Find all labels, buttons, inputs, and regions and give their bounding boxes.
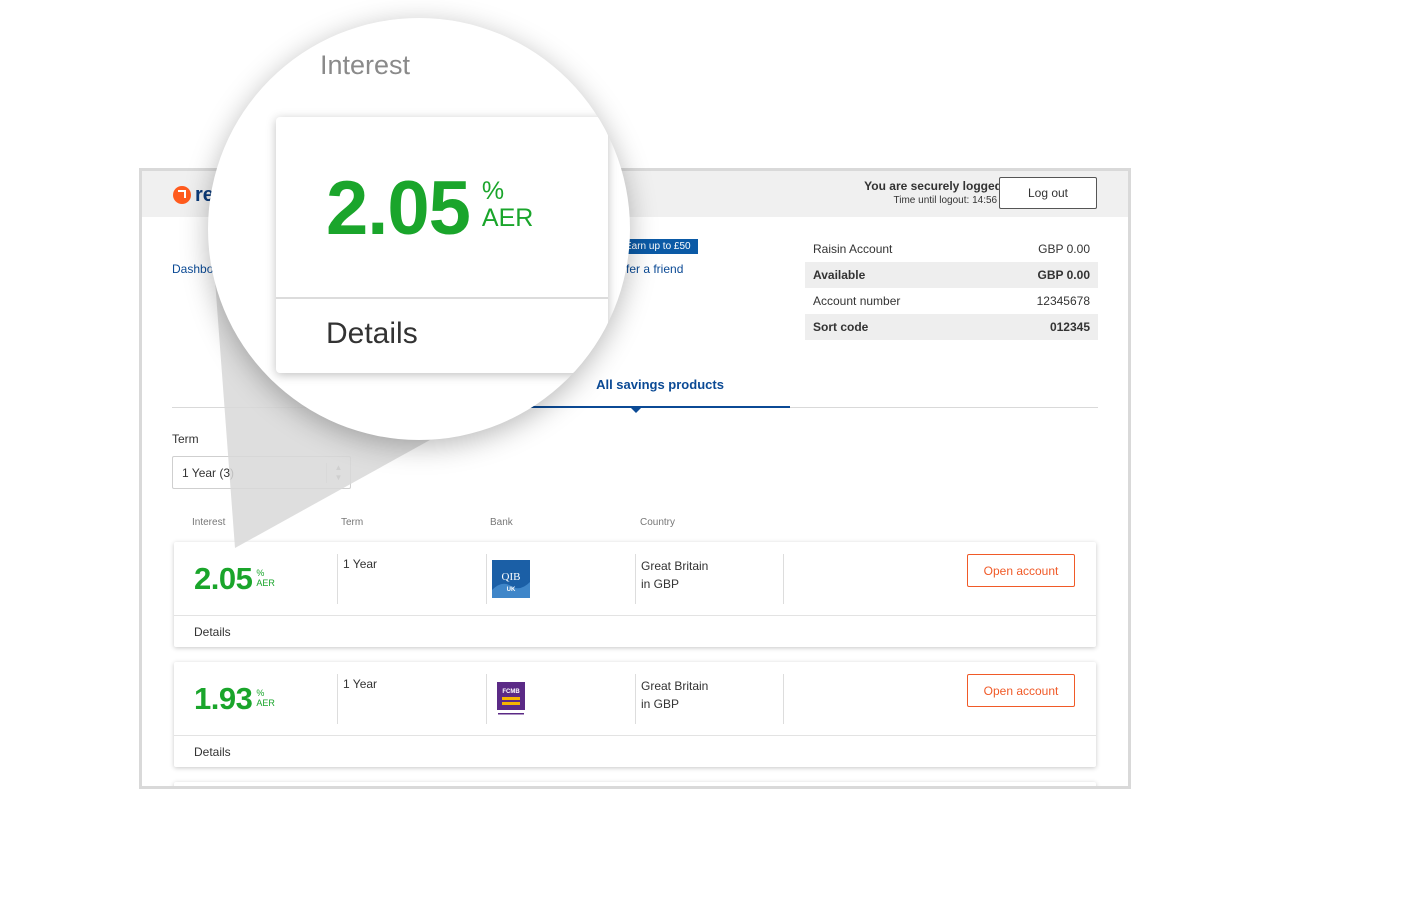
details-toggle[interactable]: Details	[194, 745, 231, 759]
aer-label: AER	[256, 578, 275, 588]
card-divider	[174, 735, 1096, 736]
product-country: Great Britain in GBP	[641, 557, 708, 593]
aer-label: AER	[256, 698, 275, 708]
account-row-value: 12345678	[1036, 294, 1090, 308]
column-separator	[337, 674, 338, 724]
country-currency: in GBP	[641, 697, 680, 711]
column-separator	[783, 674, 784, 724]
country-currency: in GBP	[641, 577, 680, 591]
interest-rate-unit: % AER	[256, 568, 275, 588]
magnified-details: Details	[326, 317, 418, 350]
interest-rate: 2.05 % AER	[194, 562, 275, 596]
column-header-country: Country	[640, 517, 676, 528]
interest-rate-unit: % AER	[256, 688, 275, 708]
raisin-logo[interactable]: re	[173, 185, 214, 205]
magnified-rate-value: 2.05	[326, 166, 471, 251]
column-separator	[486, 674, 487, 724]
card-divider	[174, 615, 1096, 616]
account-row-available: Available GBP 0.00	[805, 262, 1098, 288]
product-card: 1.93 % AER 1 Year FCMB Great Britain in …	[174, 662, 1096, 767]
refer-a-friend-link[interactable]: fer a friend	[626, 262, 683, 276]
interest-rate-value: 2.05	[194, 561, 253, 596]
qib-uk-logo-icon: QIB UK	[492, 560, 530, 598]
details-toggle[interactable]: Details	[194, 625, 231, 639]
percent-sign: %	[256, 568, 265, 578]
column-header-bank: Bank	[490, 517, 513, 528]
magnified-rate-unit: % AER	[482, 178, 533, 232]
account-summary: Raisin Account GBP 0.00 Available GBP 0.…	[805, 236, 1098, 340]
select-arrows-icon: ▲ ▼	[326, 463, 350, 483]
login-status: You are securely logged in Time until lo…	[864, 179, 1016, 208]
aer-label: AER	[481, 204, 534, 232]
bank-logo-text: QIB	[502, 571, 521, 583]
fcmb-logo-icon: FCMB	[497, 682, 525, 715]
login-status-title: You are securely logged in	[864, 179, 1016, 193]
account-row-number: Account number 12345678	[805, 288, 1098, 314]
term-filter-label: Term	[172, 432, 199, 446]
nav-dashboard-link[interactable]: Dashbo	[172, 262, 213, 276]
product-term: 1 Year	[343, 557, 378, 571]
magnifier-title: Interest	[320, 50, 411, 80]
account-row-sort-code: Sort code 012345	[805, 314, 1098, 340]
raisin-logo-icon	[173, 186, 191, 204]
column-separator	[783, 554, 784, 604]
product-term: 1 Year	[343, 677, 378, 691]
bank-logo-text: FCMB	[502, 689, 520, 695]
open-account-button[interactable]: Open account	[967, 554, 1075, 587]
account-row-value: GBP 0.00	[1038, 242, 1090, 256]
bank-logo-subtext: UK	[507, 587, 516, 593]
account-row-label: Account number	[813, 294, 901, 308]
country-name: Great Britain	[641, 679, 709, 693]
logout-timer: Time until logout: 14:56 min	[893, 195, 1016, 206]
active-tab-caret-icon	[630, 407, 642, 413]
account-row-label: Raisin Account	[813, 242, 893, 256]
magnified-divider	[276, 297, 608, 299]
product-country: Great Britain in GBP	[641, 677, 708, 713]
country-name: Great Britain	[641, 559, 709, 573]
open-account-button[interactable]: Open account	[967, 674, 1075, 707]
interest-rate-value: 1.93	[194, 681, 253, 716]
column-header-term: Term	[341, 517, 364, 528]
account-row-label: Available	[813, 268, 866, 282]
logout-button[interactable]: Log out	[999, 177, 1097, 209]
magnifier-callout: Interest 2.05 % AER Details	[208, 18, 630, 440]
product-card: 2.05 % AER 1 Year QIB UK Great Britain i…	[174, 542, 1096, 647]
account-row-raisin: Raisin Account GBP 0.00	[805, 236, 1098, 262]
account-row-value: 012345	[1049, 320, 1090, 334]
promo-badge: Earn up to £50	[618, 239, 698, 254]
percent-sign: %	[481, 177, 505, 205]
column-separator	[635, 674, 636, 724]
column-separator	[486, 554, 487, 604]
account-row-label: Sort code	[813, 320, 869, 334]
term-select-value: 1 Year (3)	[182, 465, 235, 480]
interest-rate: 1.93 % AER	[194, 682, 275, 716]
product-card	[174, 782, 1096, 786]
column-separator	[635, 554, 636, 604]
column-separator	[337, 554, 338, 604]
term-select[interactable]: 1 Year (3) ▲ ▼	[172, 456, 351, 489]
account-row-value: GBP 0.00	[1037, 268, 1090, 282]
column-header-interest: Interest	[192, 517, 226, 528]
percent-sign: %	[256, 688, 265, 698]
magnified-card: 2.05 % AER Details	[276, 117, 608, 373]
magnified-interest-rate: 2.05 % AER	[326, 169, 533, 249]
